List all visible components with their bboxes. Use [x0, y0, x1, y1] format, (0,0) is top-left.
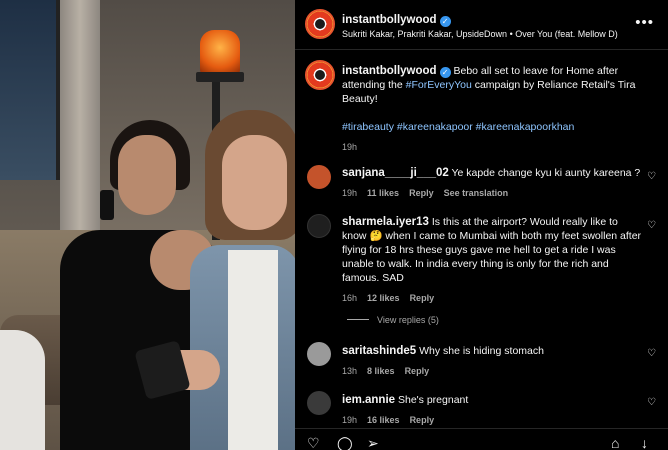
photo-phone-left: [100, 190, 114, 220]
comment-likes[interactable]: 11 likes: [367, 188, 399, 198]
comment-like-heart-icon[interactable]: ♡: [647, 397, 656, 408]
comment-text: when I came to Mumbai with both my feet …: [342, 230, 642, 284]
verified-icon: ✓: [439, 16, 451, 27]
more-options-icon[interactable]: •••: [635, 14, 654, 31]
share-icon[interactable]: ➢: [367, 435, 379, 450]
post-media-image[interactable]: [0, 0, 295, 450]
comment-like-heart-icon[interactable]: ♡: [647, 348, 656, 359]
commenter-username[interactable]: sharmela.iyer13: [342, 216, 429, 228]
comment-time: 16h: [342, 293, 358, 303]
comment-meta: 16h 12 likes Reply: [342, 291, 642, 305]
caption-username[interactable]: instantbollywood: [342, 65, 437, 77]
photo-foreground-blur: [0, 330, 45, 450]
commenter-avatar[interactable]: [307, 165, 331, 189]
comment-meta: 19h 16 likes Reply: [342, 413, 642, 427]
commenter-username[interactable]: saritashinde5: [342, 345, 416, 357]
header-author: instantbollywood ✓: [342, 10, 451, 28]
comment-likes[interactable]: 8 likes: [367, 366, 395, 376]
commenter-avatar[interactable]: [307, 342, 331, 366]
replies-divider: [347, 319, 369, 320]
comment-body: sharmela.iyer13 Is this at the airport? …: [342, 215, 642, 305]
reply-button[interactable]: Reply: [410, 293, 435, 303]
post-action-bar: ♡ ◯ ➢ ⌂ ↓: [295, 428, 668, 450]
caption-time: 19h: [342, 142, 358, 152]
audio-track[interactable]: Sukriti Kakar, Prakriti Kakar, UpsideDow…: [342, 29, 618, 39]
comment-like-heart-icon[interactable]: ♡: [647, 171, 656, 182]
author-username[interactable]: instantbollywood: [342, 14, 437, 26]
comment-likes[interactable]: 16 likes: [367, 415, 400, 425]
comment-time: 19h: [342, 415, 358, 425]
reply-button[interactable]: Reply: [405, 366, 430, 376]
comment-likes[interactable]: 12 likes: [367, 293, 400, 303]
author-avatar[interactable]: [305, 9, 335, 39]
comment-body: sanjana____ji___02 Ye kapde change kyu k…: [342, 166, 642, 200]
comment-text: Ye kapde change kyu ki aunty kareena ?: [451, 167, 641, 179]
commenter-avatar[interactable]: [307, 391, 331, 415]
caption-author-avatar[interactable]: [305, 60, 335, 90]
post-side-panel: instantbollywood ✓ Sukriti Kakar, Prakrit…: [295, 0, 668, 450]
comment-meta: 19h 11 likes Reply See translation: [342, 186, 642, 200]
see-translation-link[interactable]: See translation: [444, 188, 509, 198]
comment-like-heart-icon[interactable]: ♡: [647, 220, 656, 231]
comment-icon[interactable]: ◯: [337, 435, 353, 450]
thinking-emoji-icon: 🤔: [369, 230, 383, 242]
comment-text: She's pregnant: [397, 394, 469, 406]
caption-hashtag[interactable]: #ForEveryYou: [406, 79, 472, 91]
comment-meta: 13h 8 likes Reply: [342, 364, 642, 378]
photo-person-left-face: [118, 135, 176, 215]
verified-icon: ✓: [439, 67, 451, 78]
photo-pillar: [60, 0, 100, 230]
view-replies-label[interactable]: View replies (5): [377, 315, 439, 325]
download-icon[interactable]: ↓: [641, 435, 648, 450]
commenter-avatar[interactable]: [307, 214, 331, 238]
comment-text: Why she is hiding stomach: [419, 345, 544, 357]
save-bookmark-icon[interactable]: ⌂: [611, 435, 619, 450]
comment-body: saritashinde5 Why she is hiding stomach …: [342, 344, 642, 378]
commenter-username[interactable]: sanjana____ji___02: [342, 167, 449, 179]
comment-time: 13h: [342, 366, 358, 376]
comment-body: iem.annie She's pregnant 19h 16 likes Repl…: [342, 393, 642, 427]
caption-hashtags[interactable]: #tirabeauty #kareenakapoor #kareenakapoo…: [342, 120, 642, 134]
reply-button[interactable]: Reply: [409, 188, 434, 198]
photo-window: [0, 0, 60, 180]
comment-time: 19h: [342, 188, 358, 198]
post-header: instantbollywood ✓ Sukriti Kakar, Prakrit…: [295, 0, 668, 50]
photo-person-right-tee: [228, 250, 278, 450]
commenter-username[interactable]: iem.annie: [342, 394, 395, 406]
photo-person-right-face: [222, 135, 287, 230]
caption-text-block: instantbollywood ✓ Bebo all set to leave …: [342, 64, 642, 154]
reply-button[interactable]: Reply: [410, 415, 435, 425]
view-replies-link[interactable]: View replies (5): [347, 315, 439, 325]
photo-beacon-base: [196, 72, 244, 82]
like-heart-icon[interactable]: ♡: [307, 435, 320, 450]
photo-orange-beacon: [200, 30, 240, 74]
